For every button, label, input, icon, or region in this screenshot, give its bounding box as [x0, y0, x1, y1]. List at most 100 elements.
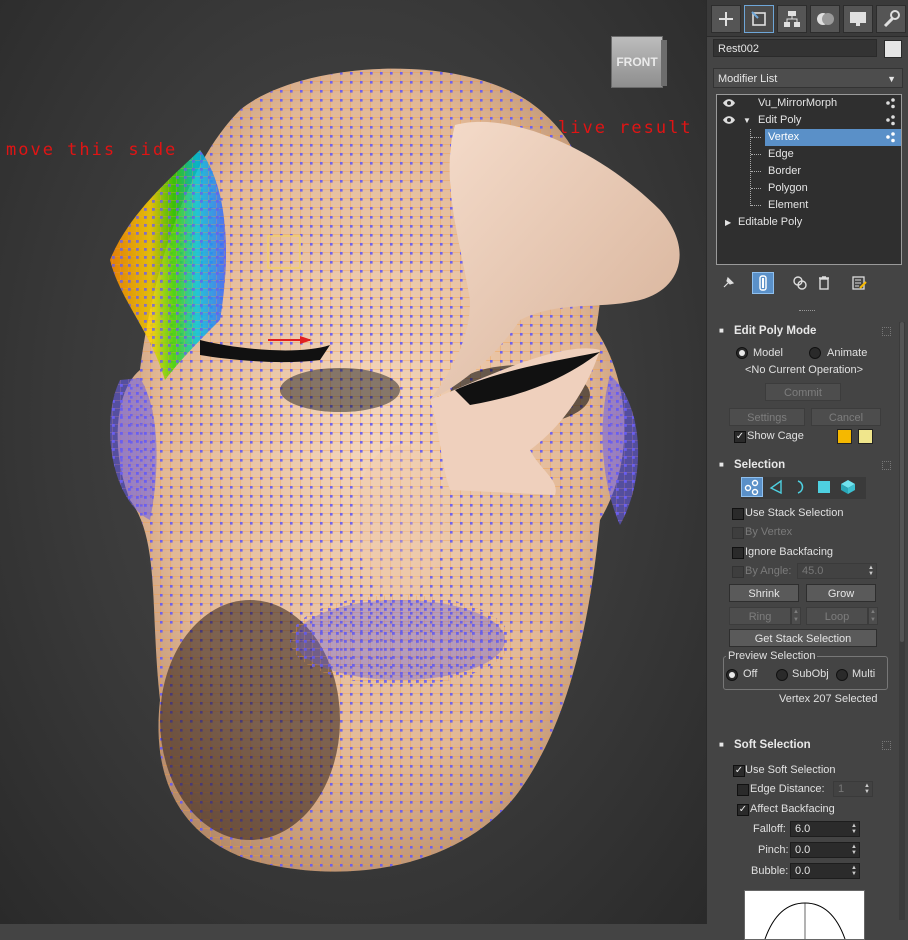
spinner-arrows-icon[interactable]: ▲ ▼ — [868, 565, 874, 577]
show-cage-checkbox[interactable]: ✓ — [734, 431, 746, 443]
show-end-result-button[interactable] — [752, 272, 774, 294]
edge-distance-label[interactable]: Edge Distance: — [750, 783, 825, 795]
pin-stack-button[interactable] — [717, 272, 739, 294]
preview-off-label[interactable]: Off — [743, 668, 757, 680]
selection-rollout: Use Stack Selection By Vertex Ignore Bac… — [715, 477, 899, 717]
model-radio[interactable] — [736, 347, 748, 359]
spinner-arrows-icon[interactable]: ▲ ▼ — [864, 783, 870, 795]
stack-item-label: Border — [768, 165, 802, 177]
selection-rollout-header[interactable]: ■ Selection — [715, 455, 895, 475]
spinner-arrows-icon[interactable]: ▲ ▼ — [851, 844, 857, 856]
by-vertex-checkbox[interactable] — [732, 527, 744, 539]
viewcube[interactable]: FRONT — [611, 36, 667, 88]
edit-poly-mode-rollout-header[interactable]: ■ Edit Poly Mode — [715, 321, 895, 341]
object-name-field[interactable]: Rest002 — [713, 39, 877, 57]
loop-spinner-arrows[interactable]: ▲ ▼ — [868, 607, 878, 625]
preview-subobj-label[interactable]: SubObj — [792, 668, 829, 680]
polygon-level-button[interactable] — [813, 477, 835, 497]
stack-item-vu-mirrormorph[interactable]: Vu_MirrorMorph — [717, 95, 901, 112]
stack-item-vertex[interactable]: Vertex — [765, 129, 901, 146]
loop-button[interactable]: Loop — [806, 607, 868, 625]
viewport[interactable]: move this side live result FRONT — [0, 0, 706, 924]
collapse-triangle-icon[interactable]: ▼ — [743, 112, 751, 129]
scrollbar-thumb[interactable] — [900, 322, 904, 642]
stack-item-edit-poly[interactable]: ▼ Edit Poly — [717, 112, 901, 129]
make-unique-button[interactable] — [789, 272, 811, 294]
border-level-button[interactable] — [789, 477, 811, 497]
spinner-arrows-icon[interactable]: ▲ ▼ — [851, 865, 857, 877]
display-tab[interactable] — [843, 5, 873, 33]
spinner-arrows-icon[interactable]: ▲ ▼ — [851, 823, 857, 835]
falloff-spinner[interactable]: 6.0 ▲ ▼ — [790, 821, 860, 837]
pinch-spinner[interactable]: 0.0 ▲ ▼ — [790, 842, 860, 858]
modify-tab[interactable] — [744, 5, 774, 33]
shrink-button[interactable]: Shrink — [729, 584, 799, 602]
modify-icon — [751, 11, 766, 26]
ignore-backfacing-label[interactable]: Ignore Backfacing — [745, 546, 833, 558]
show-cage-label[interactable]: Show Cage — [747, 430, 804, 442]
edge-distance-checkbox[interactable] — [737, 784, 749, 796]
modifier-stack[interactable]: Vu_MirrorMorph ▼ Edit Poly Vertex Edge B… — [716, 94, 902, 265]
viewcube-side-face[interactable] — [661, 40, 667, 86]
subobject-level-buttons — [741, 477, 866, 499]
edge-distance-spinner[interactable]: 1 ▲ ▼ — [833, 781, 873, 797]
utilities-tab[interactable] — [876, 5, 906, 33]
stack-item-element[interactable]: Element — [717, 197, 901, 214]
ignore-backfacing-checkbox[interactable] — [732, 547, 744, 559]
edge-level-button[interactable] — [765, 477, 787, 497]
grow-button[interactable]: Grow — [806, 584, 876, 602]
bubble-spinner[interactable]: 0.0 ▲ ▼ — [790, 863, 860, 879]
stack-item-editable-poly[interactable]: ▶ Editable Poly — [717, 214, 901, 231]
settings-button[interactable]: Settings — [729, 408, 805, 426]
cage-selected-color-swatch[interactable] — [858, 429, 873, 444]
tree-connector — [751, 188, 761, 189]
rollout-grip-icon[interactable] — [882, 741, 891, 750]
bubble-label: Bubble: — [751, 865, 789, 877]
eye-icon[interactable] — [723, 115, 735, 125]
use-soft-selection-label[interactable]: Use Soft Selection — [745, 764, 836, 776]
get-stack-selection-button[interactable]: Get Stack Selection — [729, 629, 877, 647]
motion-tab[interactable] — [810, 5, 840, 33]
model-radio-label[interactable]: Model — [753, 347, 783, 359]
create-tab[interactable] — [711, 5, 741, 33]
by-angle-spinner[interactable]: 45.0 ▲ ▼ — [797, 563, 877, 579]
preview-multi-label[interactable]: Multi — [852, 668, 875, 680]
rollout-grip-icon[interactable] — [882, 461, 891, 470]
use-soft-selection-checkbox[interactable]: ✓ — [733, 765, 745, 777]
stack-item-edge[interactable]: Edge — [717, 146, 901, 163]
modifier-list-dropdown[interactable]: Modifier List ▼ — [713, 68, 903, 88]
falloff-label: Falloff: — [753, 823, 786, 835]
by-angle-label: By Angle: — [745, 565, 792, 577]
stack-item-border[interactable]: Border — [717, 163, 901, 180]
hierarchy-tab[interactable] — [777, 5, 807, 33]
preview-subobj-radio[interactable] — [776, 669, 788, 681]
command-panel-scrollbar[interactable] — [899, 322, 905, 920]
animate-radio-label[interactable]: Animate — [827, 347, 867, 359]
affect-backfacing-label[interactable]: Affect Backfacing — [750, 803, 835, 815]
preview-off-radio[interactable] — [726, 669, 738, 681]
object-color-swatch[interactable] — [884, 40, 902, 58]
eye-icon[interactable] — [723, 98, 735, 108]
vertex-level-button[interactable] — [741, 477, 763, 497]
viewcube-front-face[interactable]: FRONT — [611, 36, 663, 88]
commit-button[interactable]: Commit — [765, 383, 841, 401]
expand-triangle-icon[interactable]: ▶ — [725, 214, 731, 231]
preview-multi-radio[interactable] — [836, 669, 848, 681]
by-vertex-label[interactable]: By Vertex — [745, 526, 792, 538]
ring-button[interactable]: Ring — [729, 607, 791, 625]
remove-modifier-button[interactable] — [813, 272, 835, 294]
by-angle-checkbox[interactable] — [732, 566, 744, 578]
panel-divider-grip[interactable] — [799, 310, 815, 314]
ring-spinner-arrows[interactable]: ▲ ▼ — [791, 607, 801, 625]
configure-modifier-sets-button[interactable] — [848, 272, 870, 294]
affect-backfacing-checkbox[interactable]: ✓ — [737, 804, 749, 816]
element-level-button[interactable] — [837, 477, 859, 497]
use-stack-selection-label[interactable]: Use Stack Selection — [745, 507, 843, 519]
soft-selection-rollout-header[interactable]: ■ Soft Selection — [715, 735, 895, 755]
cancel-button[interactable]: Cancel — [811, 408, 881, 426]
rollout-grip-icon[interactable] — [882, 327, 891, 336]
stack-item-polygon[interactable]: Polygon — [717, 180, 901, 197]
use-stack-selection-checkbox[interactable] — [732, 508, 744, 520]
cage-color-swatch[interactable] — [837, 429, 852, 444]
animate-radio[interactable] — [809, 347, 821, 359]
